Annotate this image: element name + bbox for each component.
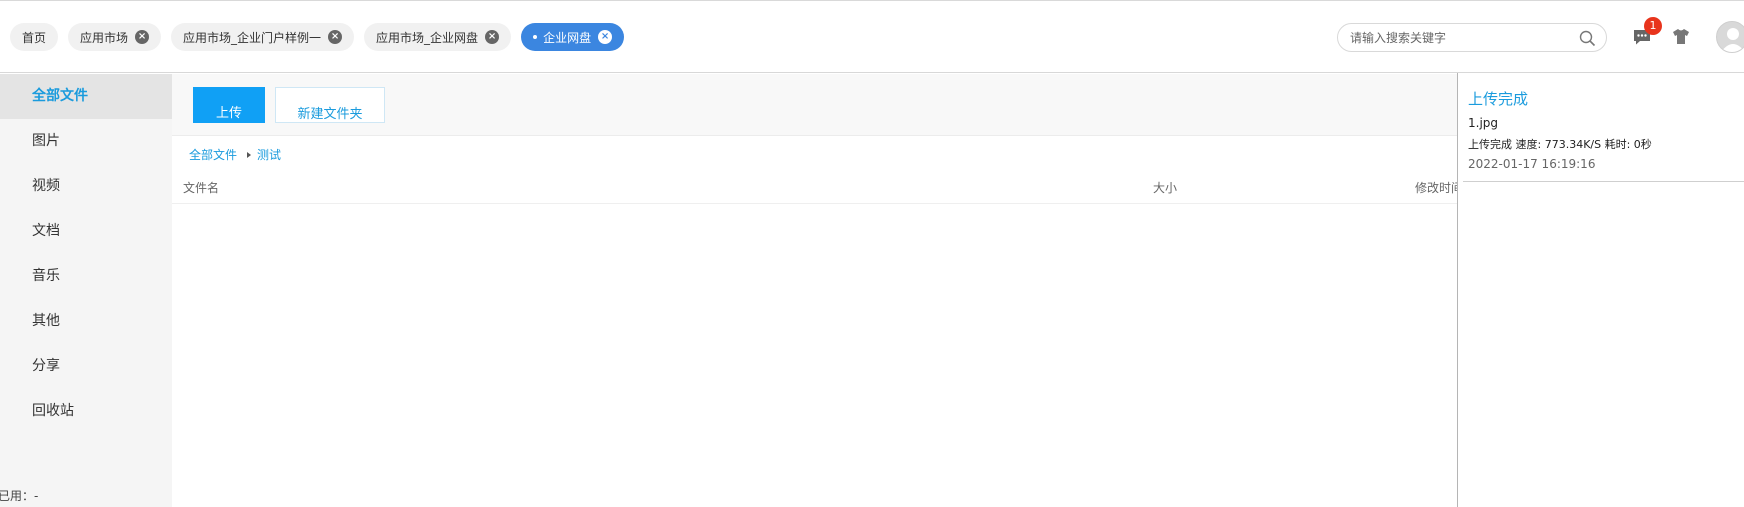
close-icon[interactable]: ×: [135, 30, 150, 44]
sidebar-item-other[interactable]: 其他: [0, 299, 172, 344]
tab-app-market[interactable]: 应用市场 ×: [68, 23, 162, 51]
sidebar-item-videos[interactable]: 视频: [0, 164, 172, 209]
app-window: 首页 应用市场 × 应用市场_企业门户样例一 × 应用市场_企业网盘 × 企业网…: [0, 0, 1744, 507]
upload-status: 上传完成 速度: 773.34K/S 耗时: 0秒: [1468, 138, 1652, 151]
column-header-name[interactable]: 文件名: [183, 179, 219, 196]
tab-app-market-netdisk[interactable]: 应用市场_企业网盘 ×: [364, 23, 512, 51]
column-header-size[interactable]: 大小: [1153, 179, 1177, 196]
tab-label: 应用市场_企业网盘: [376, 30, 479, 45]
breadcrumb-current[interactable]: 测试: [257, 146, 281, 163]
tab-label: 应用市场_企业门户样例一: [183, 30, 322, 45]
top-bar: 首页 应用市场 × 应用市场_企业门户样例一 × 应用市场_企业网盘 × 企业网…: [0, 0, 1744, 73]
caret-right-icon: [247, 151, 252, 158]
sidebar-item-images[interactable]: 图片: [0, 119, 172, 164]
sidebar: 全部文件 图片 视频 文档 音乐 其他 分享 回收站 已用：-: [0, 74, 172, 507]
breadcrumb-root[interactable]: 全部文件: [189, 146, 237, 163]
tab-app-market-portal[interactable]: 应用市场_企业门户样例一 ×: [171, 23, 355, 51]
close-icon[interactable]: ×: [598, 30, 613, 44]
user-icon: [1721, 28, 1744, 52]
tab-label: 应用市场: [80, 30, 129, 45]
shirt-icon[interactable]: [1672, 28, 1690, 45]
storage-usage: 已用：-: [0, 489, 39, 503]
tab-bar: 首页 应用市场 × 应用市场_企业门户样例一 × 应用市场_企业网盘 × 企业网…: [10, 23, 625, 51]
column-header-modified[interactable]: 修改时间: [1415, 179, 1463, 196]
close-icon[interactable]: ×: [485, 30, 500, 44]
tab-home[interactable]: 首页: [10, 23, 59, 51]
sidebar-item-share[interactable]: 分享: [0, 344, 172, 389]
upload-panel: 上传完成 1.jpg 上传完成 速度: 773.34K/S 耗时: 0秒 202…: [1457, 73, 1744, 507]
sidebar-item-music[interactable]: 音乐: [0, 254, 172, 299]
upload-timestamp: 2022-01-17 16:19:16: [1468, 157, 1596, 171]
sidebar-item-all-files[interactable]: 全部文件: [0, 74, 172, 119]
divider: [1463, 181, 1744, 182]
tab-label: 企业网盘: [543, 30, 592, 45]
search-icon[interactable]: [1579, 30, 1596, 47]
upload-panel-title: 上传完成: [1468, 90, 1529, 108]
breadcrumb: 全部文件 测试: [189, 146, 281, 163]
upload-file-name: 1.jpg: [1468, 116, 1499, 130]
sidebar-item-recycle-bin[interactable]: 回收站: [0, 389, 172, 434]
search-input[interactable]: [1350, 24, 1575, 51]
close-icon[interactable]: ×: [328, 30, 343, 44]
avatar[interactable]: [1716, 21, 1744, 53]
active-dot-icon: [533, 35, 538, 39]
sidebar-item-documents[interactable]: 文档: [0, 209, 172, 254]
toolbar: 上传 新建文件夹: [172, 74, 1457, 136]
new-folder-button[interactable]: 新建文件夹: [275, 87, 385, 123]
search-box: [1337, 23, 1607, 52]
tab-label: 首页: [22, 30, 47, 45]
header-divider: [172, 203, 1457, 204]
upload-button[interactable]: 上传: [193, 87, 265, 123]
tab-enterprise-netdisk[interactable]: 企业网盘 ×: [521, 23, 625, 51]
notification-badge: 1: [1644, 17, 1662, 35]
